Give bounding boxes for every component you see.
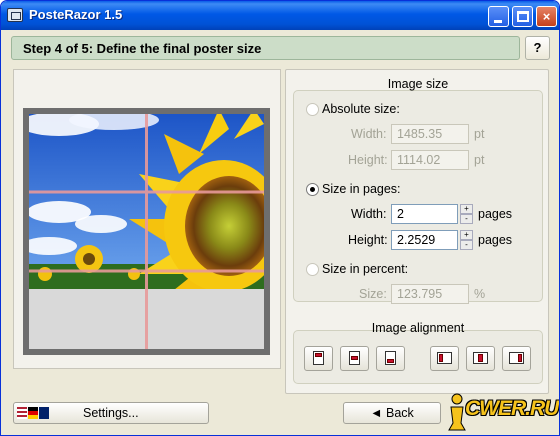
align-bottom-icon: [385, 351, 396, 365]
absolute-height-input[interactable]: 1114.02: [391, 150, 469, 170]
align-left-button[interactable]: [430, 346, 459, 371]
size-in-pages-label: Size in pages:: [322, 182, 401, 196]
align-top-icon: [313, 351, 324, 365]
help-button[interactable]: ?: [525, 36, 550, 60]
absolute-height-label: Height:: [348, 153, 388, 167]
maximize-button[interactable]: [512, 6, 533, 27]
title-bar[interactable]: PosteRazor 1.5 ×: [1, 1, 559, 30]
align-vcenter-button[interactable]: [340, 346, 369, 371]
small-sunflower-center: [83, 253, 95, 265]
maximize-icon: [517, 11, 529, 22]
poster-preview-image: [29, 114, 264, 349]
tiny-sunflower: [38, 267, 52, 281]
image-size-title: Image size: [387, 77, 449, 91]
pages-height-stepper[interactable]: + -: [460, 230, 473, 250]
increment-button[interactable]: +: [460, 230, 473, 240]
percent-size-label: Size:: [359, 287, 387, 301]
poster-preview-panel: [13, 69, 281, 369]
minimize-button[interactable]: [488, 6, 509, 27]
align-bottom-button[interactable]: [376, 346, 405, 371]
align-left-icon: [437, 352, 452, 364]
align-marker: [315, 353, 322, 357]
percent-size-input[interactable]: 123.795: [391, 284, 469, 304]
absolute-width-input[interactable]: 1485.35: [391, 124, 469, 144]
absolute-width-label: Width:: [351, 127, 387, 141]
pages-width-unit: pages: [478, 207, 513, 221]
absolute-height-unit: pt: [474, 153, 485, 167]
image-alignment-title: Image alignment: [371, 321, 465, 335]
de-flag-icon: [28, 407, 38, 419]
align-hcenter-button[interactable]: [466, 346, 495, 371]
align-right-icon: [509, 352, 524, 364]
size-in-pages-radio[interactable]: [306, 183, 319, 196]
logo-text: CWER.RU: [465, 397, 559, 420]
settings-panel: Image size Absolute size: Width: 1485.35…: [285, 69, 549, 394]
cloud: [75, 215, 127, 233]
main-window: PosteRazor 1.5 × Step 4 of 5: Define the…: [0, 0, 560, 436]
align-marker: [478, 354, 483, 362]
align-marker: [387, 359, 394, 363]
back-button[interactable]: ◄ Back: [343, 402, 441, 424]
close-button[interactable]: ×: [536, 6, 557, 27]
size-in-percent-label: Size in percent:: [322, 262, 409, 276]
decrement-button[interactable]: -: [460, 240, 473, 250]
align-hcenter-icon: [473, 352, 488, 364]
absolute-size-radio[interactable]: [306, 103, 319, 116]
cwer-logo: CWER.RU: [445, 391, 559, 435]
pages-width-stepper[interactable]: + -: [460, 204, 473, 224]
uk-flag-icon: [39, 407, 49, 419]
percent-size-unit: %: [474, 287, 486, 301]
align-marker: [351, 356, 358, 360]
step-title: Step 4 of 5: Define the final poster siz…: [23, 41, 262, 56]
pages-width-input[interactable]: 2: [391, 204, 458, 224]
app-icon[interactable]: [7, 8, 23, 22]
logo-figure-icon: [448, 393, 466, 431]
absolute-size-label: Absolute size:: [322, 102, 400, 116]
pages-height-label: Height:: [348, 233, 388, 247]
image-size-group: Image size Absolute size: Width: 1485.35…: [293, 77, 543, 304]
align-top-button[interactable]: [304, 346, 333, 371]
absolute-width-unit: pt: [474, 127, 485, 141]
poster-preview: [23, 108, 270, 355]
settings-button[interactable]: Settings...: [13, 402, 209, 424]
align-marker: [439, 354, 443, 362]
window-title: PosteRazor 1.5: [29, 7, 123, 22]
size-in-percent-radio[interactable]: [306, 263, 319, 276]
minimize-icon: [494, 20, 502, 23]
language-flags-icon: [17, 407, 49, 419]
align-marker: [518, 354, 522, 362]
align-vcenter-icon: [349, 351, 360, 365]
decrement-button[interactable]: -: [460, 214, 473, 224]
settings-label: Settings...: [83, 406, 139, 420]
close-icon: ×: [542, 9, 551, 24]
image-alignment-group: Image alignment: [293, 321, 543, 384]
increment-button[interactable]: +: [460, 204, 473, 214]
align-right-button[interactable]: [502, 346, 531, 371]
radio-dot: [310, 187, 315, 192]
pages-height-unit: pages: [478, 233, 513, 247]
pages-width-label: Width:: [351, 207, 387, 221]
pages-height-input[interactable]: 2.2529: [391, 230, 458, 250]
step-header: Step 4 of 5: Define the final poster siz…: [11, 36, 520, 60]
us-flag-icon: [17, 407, 27, 419]
